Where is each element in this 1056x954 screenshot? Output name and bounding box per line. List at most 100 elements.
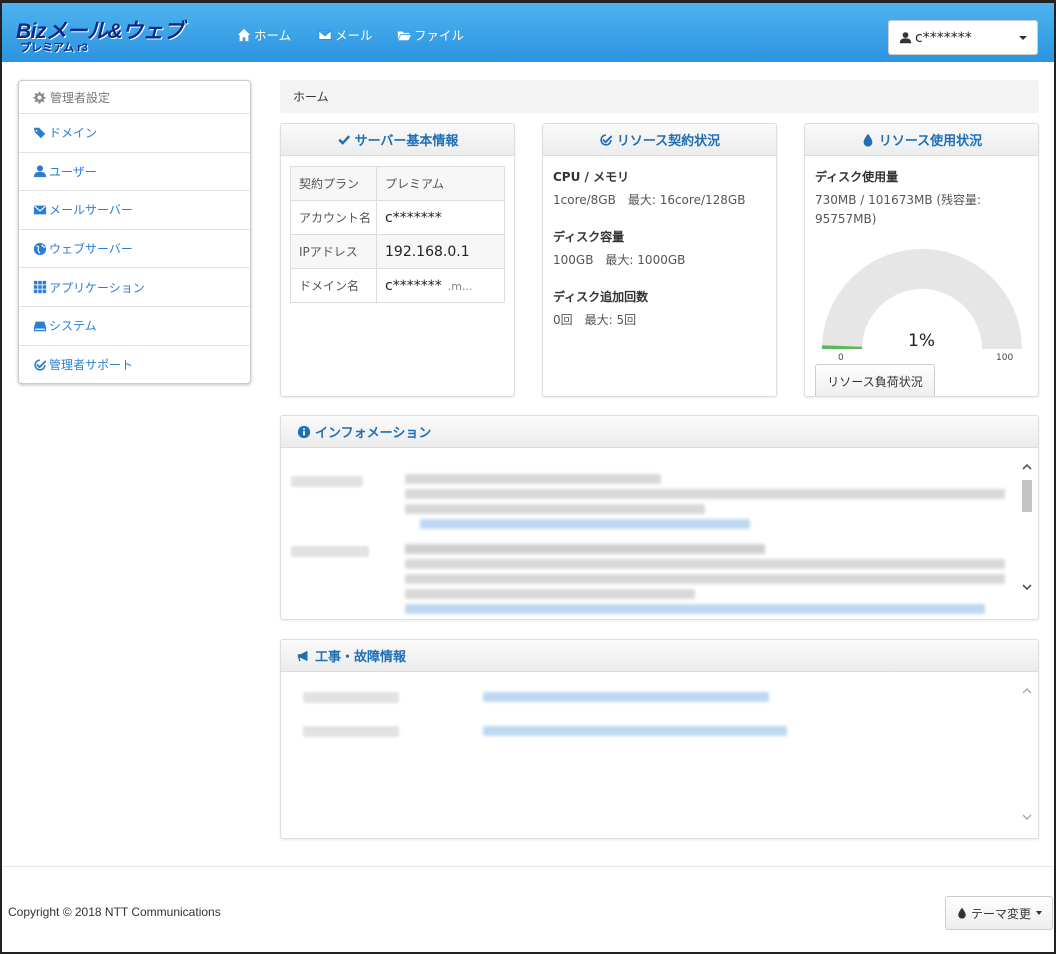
ip-key: IPアドレス bbox=[290, 234, 377, 269]
sidebar-item-label: アプリケーション bbox=[49, 280, 145, 295]
tint-icon bbox=[958, 907, 966, 919]
breadcrumb: ホーム bbox=[280, 80, 1039, 113]
envelope-icon bbox=[318, 29, 332, 40]
scroll-down-icon[interactable] bbox=[1020, 810, 1034, 824]
brand-plan: プレミアム r3 bbox=[20, 42, 88, 54]
check-icon bbox=[337, 134, 350, 145]
redacted-line bbox=[405, 559, 1005, 569]
resource-usage-body: ディスク使用量 730MB / 101673MB (残容量: 95757MB) bbox=[815, 168, 1028, 229]
resource-load-button[interactable]: リソース負荷状況 bbox=[815, 364, 935, 396]
scroll-down-icon[interactable] bbox=[1020, 580, 1034, 594]
tags-icon bbox=[33, 127, 46, 139]
sidebar-item-label: システム bbox=[49, 319, 97, 334]
sidebar-item-domain[interactable]: ドメイン bbox=[19, 114, 250, 153]
list-item bbox=[303, 726, 787, 737]
cpu-label: CPU / メモリ bbox=[553, 170, 630, 184]
sidebar-item-mail-server[interactable]: メールサーバー bbox=[19, 191, 250, 230]
redacted-line bbox=[405, 504, 705, 514]
news-date-redacted bbox=[291, 476, 363, 487]
scroll-up-icon[interactable] bbox=[1020, 460, 1034, 474]
maint-date-redacted bbox=[303, 692, 399, 703]
table-row: 契約プラン プレミアム bbox=[290, 166, 505, 201]
account-value: c******* bbox=[376, 200, 505, 235]
maintenance-header: 工事・故障情報 bbox=[281, 640, 1038, 672]
domain-value-main: c******* bbox=[385, 277, 442, 294]
folder-open-icon bbox=[397, 31, 411, 40]
scroll-up-icon[interactable] bbox=[1020, 684, 1034, 698]
server-info-table: 契約プラン プレミアム アカウント名 c******* IPアドレス 192.1… bbox=[290, 166, 505, 303]
redacted-line bbox=[405, 574, 1005, 584]
resource-usage-panel: リソース使用状況 ディスク使用量 730MB / 101673MB (残容量: … bbox=[804, 123, 1039, 397]
gauge-value: 1% bbox=[908, 331, 935, 351]
disk-usage-label: ディスク使用量 bbox=[815, 170, 899, 184]
sidebar-item-label: メールサーバー bbox=[49, 203, 133, 218]
sidebar-item-user[interactable]: ユーザー bbox=[19, 153, 250, 192]
resource-contract-title: リソース契約状況 bbox=[616, 134, 721, 149]
sidebar-header-label: 管理者設定 bbox=[50, 90, 111, 105]
sidebar-item-web-server[interactable]: ウェブサーバー bbox=[19, 230, 250, 269]
user-icon bbox=[899, 32, 912, 44]
tint-icon bbox=[863, 133, 873, 147]
news-date-redacted bbox=[291, 546, 369, 557]
check-square-icon bbox=[600, 133, 613, 146]
nav-mail-link[interactable]: メール bbox=[318, 25, 373, 44]
maintenance-scrollbar[interactable] bbox=[1020, 684, 1034, 832]
info-circle-icon bbox=[297, 425, 311, 438]
maintenance-panel: 工事・故障情報 bbox=[280, 639, 1039, 839]
domain-key: ドメイン名 bbox=[290, 268, 377, 303]
redacted-link[interactable] bbox=[405, 604, 985, 614]
copyright-text: Copyright © 2018 NTT Communications bbox=[8, 905, 221, 919]
server-info-header: サーバー基本情報 bbox=[281, 124, 514, 156]
table-row: アカウント名 c******* bbox=[290, 200, 505, 235]
redacted-link[interactable] bbox=[420, 519, 750, 529]
redacted-line bbox=[405, 589, 695, 599]
cpu-value: 1core/8GB 最大: 16core/128GB bbox=[553, 193, 746, 207]
envelope-icon bbox=[33, 205, 47, 215]
sidebar-item-system[interactable]: システム bbox=[19, 307, 250, 346]
resource-usage-header: リソース使用状況 bbox=[805, 124, 1038, 156]
ip-value: 192.168.0.1 bbox=[376, 234, 505, 269]
redacted-link[interactable] bbox=[483, 692, 769, 702]
gauge-min-label: 0 bbox=[838, 353, 844, 363]
user-icon bbox=[33, 165, 47, 178]
nav-mail-label: メール bbox=[335, 28, 373, 43]
news-body-redacted bbox=[405, 544, 1010, 614]
grid-icon bbox=[33, 281, 47, 294]
list-item bbox=[303, 692, 769, 703]
disk-label: ディスク容量 bbox=[553, 230, 625, 244]
user-menu-button[interactable]: c******* bbox=[888, 20, 1038, 55]
disk-usage-value: 730MB / 101673MB (残容量: 95757MB) bbox=[815, 193, 982, 226]
chevron-down-icon bbox=[1019, 36, 1027, 40]
sidebar-item-admin-support[interactable]: 管理者サポート bbox=[19, 346, 250, 385]
domain-value: c******* .m... bbox=[376, 268, 505, 303]
footer-divider bbox=[2, 866, 1054, 867]
news-body-redacted bbox=[405, 474, 1010, 529]
nav-file-link[interactable]: ファイル bbox=[397, 25, 464, 44]
resource-contract-body: CPU / メモリ 1core/8GB 最大: 16core/128GB ディス… bbox=[553, 168, 745, 328]
sidebar-header: 管理者設定 bbox=[19, 81, 250, 114]
nav-file-label: ファイル bbox=[414, 28, 465, 43]
sidebar-item-label: ドメイン bbox=[49, 126, 98, 141]
maintenance-title: 工事・故障情報 bbox=[315, 650, 407, 665]
information-title: インフォメーション bbox=[315, 426, 432, 441]
theme-change-button[interactable]: テーマ変更 bbox=[945, 896, 1053, 930]
table-row: ドメイン名 c******* .m... bbox=[290, 268, 505, 303]
nav-home-link[interactable]: ホーム bbox=[237, 25, 291, 44]
user-name: c******* bbox=[915, 29, 972, 46]
sidebar-item-application[interactable]: アプリケーション bbox=[19, 268, 250, 307]
check-square-icon bbox=[34, 359, 47, 371]
scroll-thumb[interactable] bbox=[1022, 480, 1032, 512]
brand-logo[interactable]: Bizメール&ウェブ プレミアム r3 bbox=[16, 15, 186, 54]
maint-date-redacted bbox=[303, 726, 399, 737]
breadcrumb-home: ホーム bbox=[293, 90, 329, 104]
information-panel: インフォメーション bbox=[280, 415, 1039, 620]
server-info-title: サーバー基本情報 bbox=[354, 134, 459, 149]
plan-key: 契約プラン bbox=[290, 166, 377, 201]
disk-add-label: ディスク追加回数 bbox=[553, 290, 649, 304]
server-info-panel: サーバー基本情報 契約プラン プレミアム アカウント名 c******* IPア… bbox=[280, 123, 515, 397]
table-row: IPアドレス 192.168.0.1 bbox=[290, 234, 505, 269]
redacted-link[interactable] bbox=[483, 726, 787, 736]
information-scrollbar[interactable] bbox=[1020, 460, 1034, 608]
nav-home-label: ホーム bbox=[254, 28, 292, 43]
disk-value: 100GB 最大: 1000GB bbox=[553, 253, 686, 267]
